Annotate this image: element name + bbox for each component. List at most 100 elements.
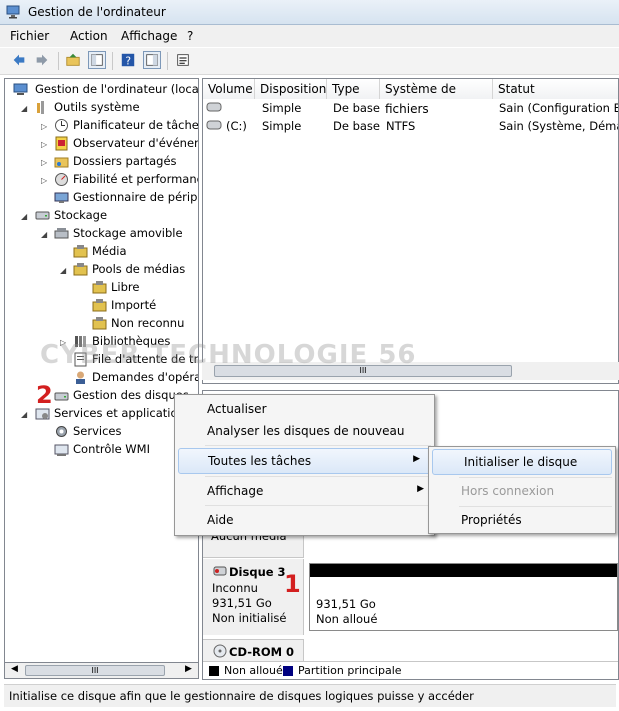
- legend-swatch-unallocated: [209, 666, 219, 676]
- media-icon: [73, 245, 88, 258]
- toolbar: ?: [0, 48, 619, 75]
- operator-request-icon: [76, 371, 85, 384]
- tree-item-media[interactable]: Média: [9, 243, 198, 261]
- expand-arrow-icon[interactable]: ▷: [41, 140, 49, 149]
- disk3-unallocated-region[interactable]: 931,51 Go Non alloué: [309, 563, 618, 631]
- disk-management-icon: [54, 392, 69, 401]
- tree-item-controle-wmi[interactable]: Contrôle WMI: [9, 441, 198, 459]
- table-row[interactable]: Simple De base Sain (Configuration EIS: [203, 99, 618, 117]
- performance-icon: [55, 173, 68, 186]
- forward-arrow-icon[interactable]: [33, 51, 51, 69]
- submenu-arrow-icon: ▶: [413, 454, 420, 464]
- svg-text:?: ?: [125, 54, 131, 67]
- clock-icon: [55, 119, 68, 132]
- back-arrow-icon[interactable]: [10, 51, 28, 69]
- submenu-toutes-les-taches: Initialiser le disque Hors connexion Pro…: [428, 446, 616, 534]
- computer-management-icon: [13, 83, 28, 95]
- disk-volume-icon: [206, 120, 222, 130]
- media-pools-icon: [73, 263, 88, 276]
- disk-legend: Non alloué Partition principale: [203, 661, 618, 679]
- collapse-arrow-icon[interactable]: ◢: [21, 104, 29, 113]
- disk3-status: Non initialisé: [212, 611, 287, 625]
- menu-item-hors-connexion: Hors connexion: [461, 484, 555, 498]
- collapse-arrow-icon[interactable]: ◢: [60, 266, 68, 275]
- status-text: Initialise ce disque afin que le gestion…: [9, 689, 474, 703]
- menu-fichier[interactable]: Fichier: [10, 29, 49, 43]
- tree-item-fiabilite[interactable]: ▷ Fiabilité et performance: [9, 171, 198, 189]
- menu-item-initialiser-le-disque[interactable]: Initialiser le disque: [432, 449, 612, 475]
- column-header-type[interactable]: Type: [327, 79, 380, 99]
- tree-item-outils-systeme[interactable]: ◢ Outils système: [9, 99, 198, 117]
- column-header-statut[interactable]: Statut: [493, 79, 618, 99]
- expand-arrow-icon[interactable]: ▷: [41, 122, 49, 131]
- column-header-fs[interactable]: Système de fichiers: [380, 79, 493, 116]
- menu-action[interactable]: Action: [70, 29, 108, 43]
- tools-icon: [37, 101, 44, 114]
- tree-item-stockage[interactable]: ◢ Stockage: [9, 207, 198, 225]
- tree-scroll-thumb[interactable]: III: [25, 665, 165, 676]
- show-hide-tree-icon[interactable]: [88, 51, 106, 69]
- tree-item-computer-management[interactable]: Gestion de l'ordinateur (local): [9, 81, 198, 99]
- tree-item-dossiers-partages[interactable]: ▷ Dossiers partagés: [9, 153, 198, 171]
- tree-item-gestionnaire-peripheriques[interactable]: Gestionnaire de périphé: [9, 189, 198, 207]
- menu-item-proprietes[interactable]: Propriétés: [429, 508, 615, 532]
- menu-item-toutes-les-taches[interactable]: Toutes les tâches ▶: [178, 448, 431, 474]
- tree-item-importe[interactable]: Importé: [9, 297, 198, 315]
- tree-item-stockage-amovible[interactable]: ◢ Stockage amovible: [9, 225, 198, 243]
- unrecognized-pool-icon: [92, 317, 107, 330]
- removable-storage-icon: [54, 228, 69, 239]
- imported-pool-icon: [92, 299, 107, 312]
- legend-label-primary: Partition principale: [298, 664, 402, 677]
- collapse-arrow-icon[interactable]: ◢: [21, 410, 29, 419]
- disk3-type: Inconnu: [212, 581, 258, 595]
- tree-item-libre[interactable]: Libre: [9, 279, 198, 297]
- disk3-name: Disque 3: [229, 565, 286, 579]
- scroll-right-arrow-icon[interactable]: ▶: [185, 664, 192, 674]
- show-hide-action-pane-icon[interactable]: [143, 51, 161, 69]
- legend-label-unallocated: Non alloué: [224, 664, 283, 677]
- tree-item-pools-de-medias[interactable]: ◢ Pools de médias: [9, 261, 198, 279]
- menu-item-analyser[interactable]: Analyser les disques de nouveau: [175, 419, 434, 443]
- collapse-arrow-icon[interactable]: ◢: [41, 230, 49, 239]
- shared-folder-icon: [54, 157, 69, 168]
- menu-item-affichage[interactable]: Affichage ▶: [175, 479, 434, 503]
- disk-volume-icon: [206, 102, 222, 112]
- tree-horizontal-scrollbar[interactable]: ◀ III ▶: [4, 662, 199, 679]
- column-header-volume[interactable]: Volume: [203, 79, 255, 99]
- storage-icon: [35, 211, 50, 220]
- legend-swatch-primary: [283, 666, 293, 676]
- unallocated-color-bar: [310, 564, 617, 577]
- table-row[interactable]: (C:) Simple De base NTFS Sain (Système, …: [203, 117, 618, 135]
- cdrom-icon: [213, 644, 227, 658]
- disk3-size: 931,51 Go: [212, 596, 272, 610]
- cdrom-label[interactable]: CD-ROM 0: [203, 639, 304, 662]
- column-header-disposition[interactable]: Disposition: [255, 79, 327, 99]
- menu-item-aide[interactable]: Aide: [175, 508, 434, 532]
- wmi-control-icon: [54, 444, 69, 456]
- tree-item-planificateur[interactable]: ▷ Planificateur de tâches: [9, 117, 198, 135]
- volume-list[interactable]: Volume Disposition Type Système de fichi…: [202, 78, 619, 384]
- expand-arrow-icon[interactable]: ▷: [41, 176, 49, 185]
- status-bar: Initialise ce disque afin que le gestion…: [4, 684, 616, 707]
- annotation-1: 1: [284, 570, 301, 598]
- menu-help[interactable]: ?: [187, 29, 193, 43]
- menu-affichage[interactable]: Affichage: [121, 29, 177, 43]
- scroll-left-arrow-icon[interactable]: ◀: [11, 664, 18, 674]
- device-manager-icon: [54, 192, 69, 203]
- window-titlebar: Gestion de l'ordinateur: [0, 0, 619, 25]
- up-folder-icon[interactable]: [64, 51, 82, 69]
- disk-icon: [213, 566, 227, 576]
- expand-arrow-icon[interactable]: ▷: [41, 158, 49, 167]
- tree-item-services[interactable]: Services: [9, 423, 198, 441]
- collapse-arrow-icon[interactable]: ◢: [21, 212, 29, 221]
- help-icon[interactable]: ?: [119, 51, 137, 69]
- region-size: 931,51 Go: [316, 597, 376, 611]
- menu-item-actualiser[interactable]: Actualiser: [175, 397, 434, 421]
- annotation-2: 2: [36, 381, 53, 409]
- menu-bar: Fichier Action Affichage ?: [0, 25, 619, 47]
- tree-item-non-reconnu[interactable]: Non reconnu: [9, 315, 198, 333]
- tree-item-observateur[interactable]: ▷ Observateur d'événeme: [9, 135, 198, 153]
- properties-icon[interactable]: [174, 51, 192, 69]
- console-tree[interactable]: Gestion de l'ordinateur (local) ◢ Outils…: [4, 78, 199, 678]
- free-pool-icon: [92, 281, 107, 294]
